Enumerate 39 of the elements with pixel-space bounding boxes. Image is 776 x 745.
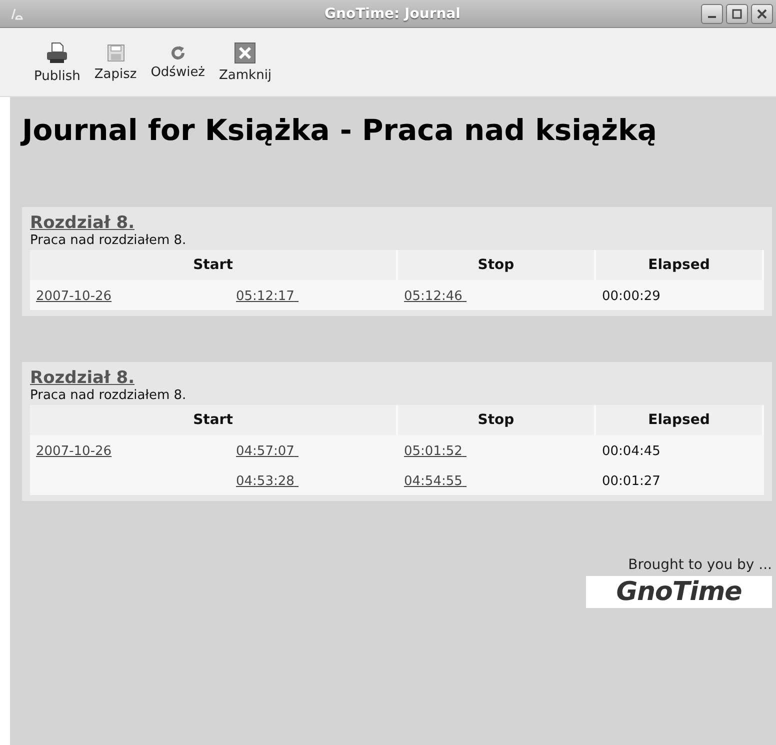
toolbar-button[interactable]: Zamknij [213, 38, 278, 86]
toolbar-button[interactable]: Publish [28, 36, 86, 88]
toolbar-button[interactable]: Zapisz [88, 38, 143, 86]
minimize-icon [708, 16, 716, 18]
project-link[interactable]: Rozdział 8. [30, 213, 135, 233]
column-header: Elapsed [596, 405, 764, 435]
window-title: GnoTime: Journal [324, 6, 462, 22]
toolbar-button[interactable]: Odśwież [144, 40, 212, 84]
stop-time-link[interactable]: 04:54:55 [404, 474, 467, 489]
start-time-link[interactable]: 04:53:28 [236, 474, 299, 489]
column-header: Stop [398, 250, 596, 280]
printer-icon [45, 40, 70, 64]
entry-description: Praca nad rozdziałem 8. [30, 388, 188, 403]
start-time-link[interactable]: 04:57:07 [236, 444, 299, 459]
column-header: Start [30, 405, 398, 435]
close-icon [234, 42, 256, 64]
maximize-icon [732, 8, 742, 18]
close-icon [757, 8, 767, 18]
app-icon [10, 6, 24, 20]
close-button[interactable] [751, 4, 773, 24]
elapsed-time: 00:04:45 [602, 444, 660, 459]
elapsed-time: 00:00:29 [602, 289, 660, 304]
page-heading: Journal for Książka - Praca nad książką [22, 113, 658, 147]
column-header: Start [30, 250, 398, 280]
date-link[interactable]: 2007-10-26 [36, 444, 112, 459]
stop-time-link[interactable]: 05:01:52 [404, 444, 467, 459]
column-header: Elapsed [596, 250, 764, 280]
maximize-button[interactable] [726, 4, 748, 24]
elapsed-time: 00:01:27 [602, 474, 660, 489]
column-header: Stop [398, 405, 596, 435]
minimize-button[interactable] [701, 4, 723, 24]
entry-description: Praca nad rozdziałem 8. [30, 233, 188, 248]
date-link[interactable]: 2007-10-26 [36, 289, 112, 304]
refresh-icon [170, 44, 186, 60]
logo: GnoTime [586, 576, 772, 608]
credit-text: Brought to you by ... [628, 557, 772, 573]
start-time-link[interactable]: 05:12:17 [236, 289, 299, 304]
stop-time-link[interactable]: 05:12:46 [404, 289, 467, 304]
project-link[interactable]: Rozdział 8. [30, 368, 135, 388]
